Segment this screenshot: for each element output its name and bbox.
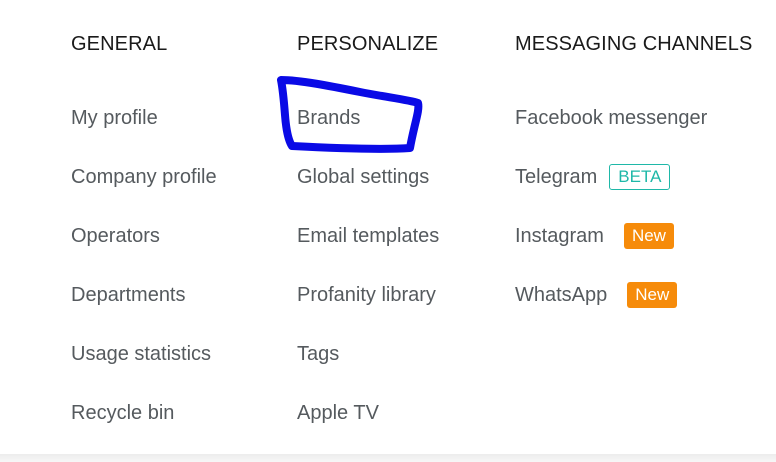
menu-item-tags[interactable]: Tags xyxy=(297,339,439,398)
menu-item-departments[interactable]: Departments xyxy=(71,280,217,339)
new-badge: New xyxy=(623,223,674,249)
new-badge: New xyxy=(627,282,678,308)
menu-item-my-profile[interactable]: My profile xyxy=(71,103,217,162)
general-heading: GENERAL xyxy=(71,33,168,55)
menu-item-email-templates[interactable]: Email templates xyxy=(297,221,439,280)
menu-item-recycle-bin[interactable]: Recycle bin xyxy=(71,398,217,457)
general-list: My profile Company profile Operators Dep… xyxy=(71,103,217,457)
menu-item-whatsapp[interactable]: WhatsApp New xyxy=(515,280,707,339)
menu-item-usage-statistics[interactable]: Usage statistics xyxy=(71,339,217,398)
menu-item-instagram[interactable]: Instagram New xyxy=(515,221,707,280)
personalize-heading: PERSONALIZE xyxy=(297,33,439,55)
menu-item-apple-tv[interactable]: Apple TV xyxy=(297,398,439,457)
facebook-messenger-label: Facebook messenger xyxy=(515,107,708,129)
messaging-column: MESSAGING CHANNELS Facebook messenger Te… xyxy=(515,31,776,308)
telegram-label: Telegram xyxy=(515,166,598,188)
menu-item-profanity-library[interactable]: Profanity library xyxy=(297,280,439,339)
beta-badge: BETA xyxy=(609,164,671,190)
menu-item-operators[interactable]: Operators xyxy=(71,221,217,280)
menu-item-global-settings[interactable]: Global settings xyxy=(297,162,439,221)
menu-item-telegram[interactable]: Telegram BETA xyxy=(515,162,707,221)
instagram-label: Instagram xyxy=(515,225,604,247)
settings-menu-page: GENERAL My profile Company profile Opera… xyxy=(0,0,776,462)
whatsapp-label: WhatsApp xyxy=(515,284,608,306)
bottom-divider xyxy=(0,454,776,462)
menu-item-facebook-messenger[interactable]: Facebook messenger xyxy=(515,103,707,162)
menu-item-brands[interactable]: Brands xyxy=(297,103,439,162)
personalize-list: Brands Global settings Email templates P… xyxy=(297,103,439,457)
messaging-list: Facebook messenger Telegram BETA Instagr… xyxy=(515,103,707,339)
personalize-column: PERSONALIZE Brands Global settings Email… xyxy=(297,31,502,424)
menu-item-company-profile[interactable]: Company profile xyxy=(71,162,217,221)
messaging-heading: MESSAGING CHANNELS xyxy=(515,33,753,55)
general-column: GENERAL My profile Company profile Opera… xyxy=(71,31,281,424)
